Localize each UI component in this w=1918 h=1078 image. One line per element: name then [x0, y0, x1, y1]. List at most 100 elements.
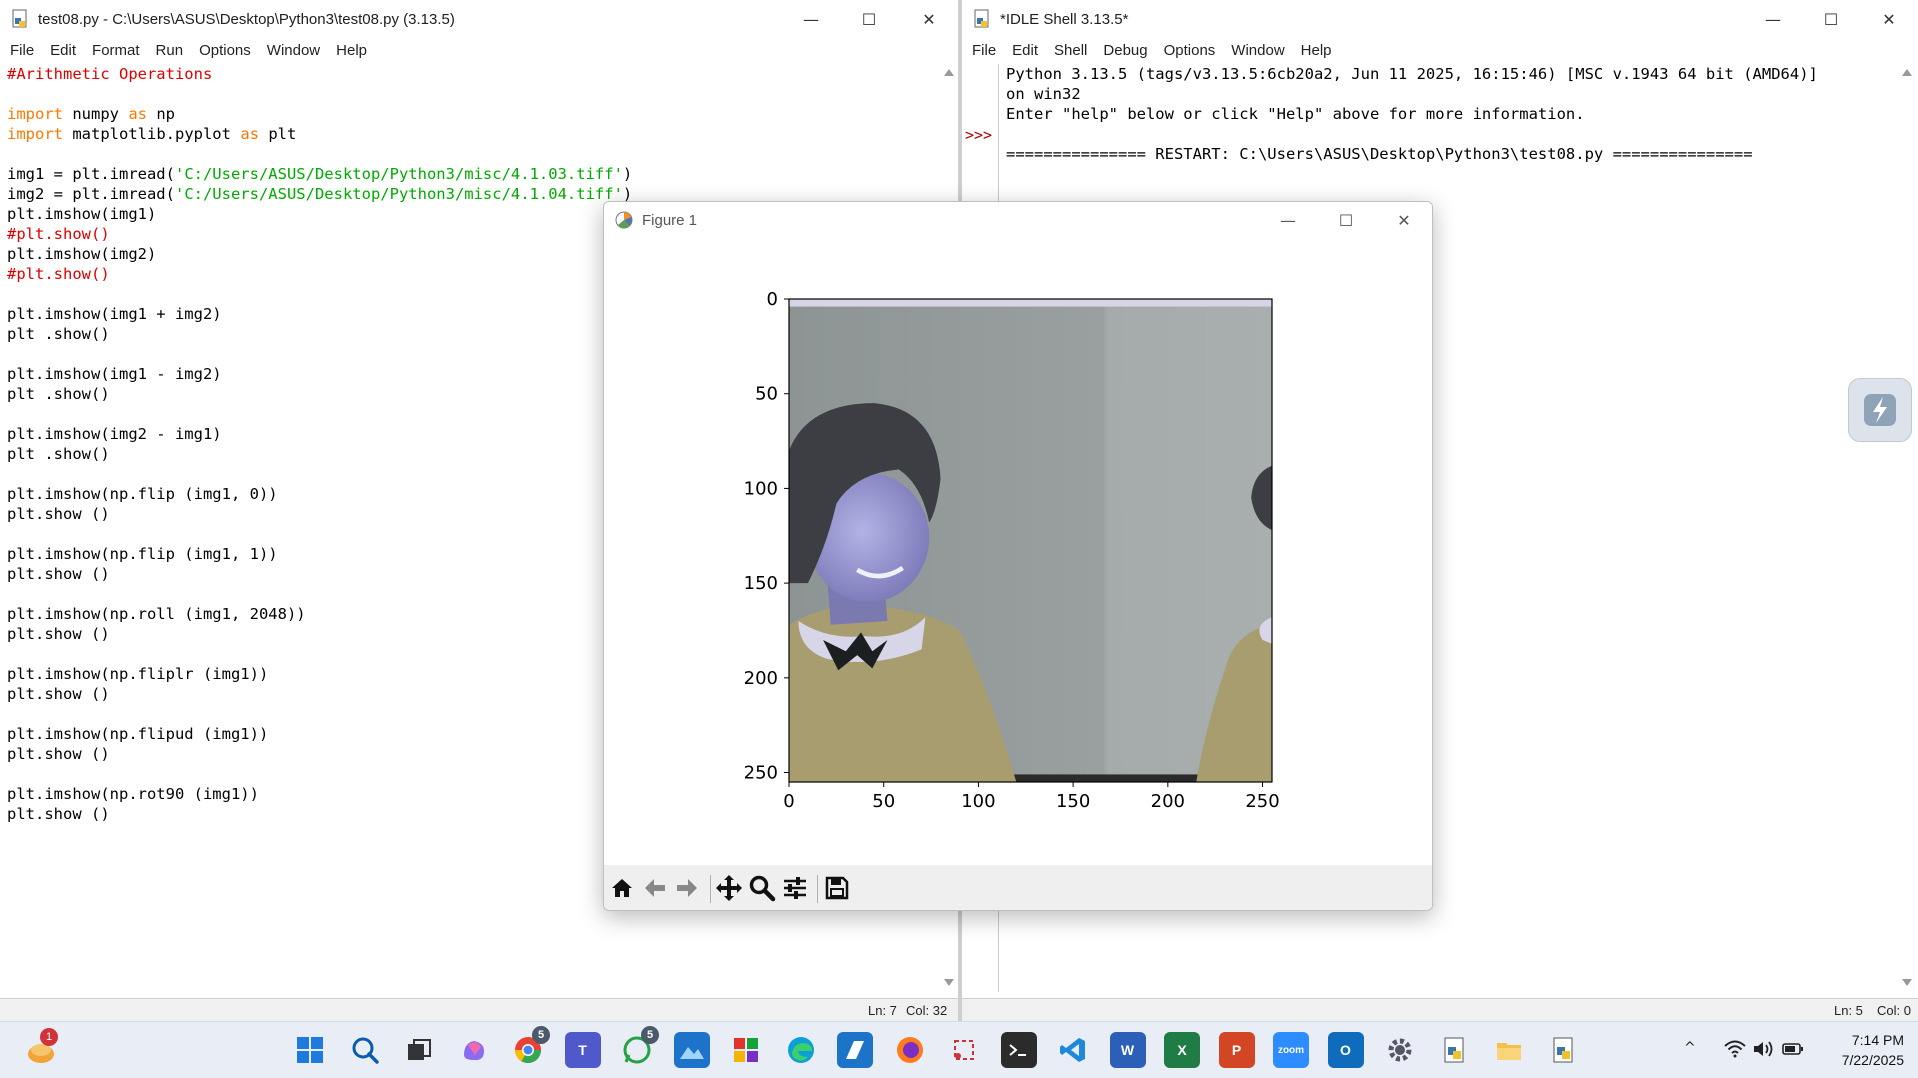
- y-tick-label: 0: [767, 289, 778, 310]
- battery-icon[interactable]: [1782, 1042, 1804, 1056]
- floating-widget-button[interactable]: [1848, 378, 1912, 442]
- wifi-icon[interactable]: [1724, 1040, 1746, 1058]
- taskbar-outlook-icon[interactable]: O: [1327, 1032, 1364, 1068]
- back-button[interactable]: [639, 870, 671, 906]
- figure-minimize-button[interactable]: —: [1259, 202, 1317, 238]
- taskbar-excel-icon[interactable]: X: [1164, 1032, 1200, 1068]
- editor-menu-help[interactable]: Help: [336, 42, 367, 59]
- taskbar-python-idle-icon[interactable]: [1437, 1032, 1473, 1068]
- taskbar-start-icon[interactable]: [292, 1032, 328, 1068]
- shell-menu-window[interactable]: Window: [1231, 42, 1284, 59]
- taskbar-search-icon[interactable]: [347, 1032, 383, 1068]
- clock-time: 7:14 PM: [1851, 1032, 1904, 1048]
- code-token: plt .show(): [7, 325, 110, 343]
- taskbar-terminal-icon[interactable]: [1000, 1032, 1037, 1068]
- taskbar-photos-icon[interactable]: [673, 1032, 710, 1068]
- scroll-down-arrow[interactable]: [944, 979, 954, 986]
- taskbar-task-view-icon[interactable]: [401, 1032, 437, 1068]
- code-line[interactable]: img1 = plt.imread('C:/Users/ASUS/Desktop…: [7, 164, 927, 184]
- taskbar-settings-icon[interactable]: [1382, 1032, 1418, 1068]
- code-token: plt .show(): [7, 445, 110, 463]
- configure-button[interactable]: [779, 870, 811, 906]
- code-line[interactable]: import numpy as np: [7, 104, 927, 124]
- editor-menu-window[interactable]: Window: [267, 42, 320, 59]
- editor-menu-format[interactable]: Format: [92, 42, 140, 59]
- shell-menu-shell[interactable]: Shell: [1054, 42, 1087, 59]
- pan-button[interactable]: [713, 870, 745, 906]
- code-line[interactable]: #Arithmetic Operations: [7, 64, 927, 84]
- editor-close-button[interactable]: ✕: [900, 0, 958, 38]
- pan-icon: [716, 875, 742, 901]
- taskbar-snipping-tool-icon[interactable]: [946, 1032, 982, 1068]
- code-token: plt.imshow(np.roll (img1, 2048)): [7, 605, 306, 623]
- taskbar-chrome-icon[interactable]: 5: [510, 1026, 550, 1068]
- forward-button[interactable]: [671, 870, 703, 906]
- save-button[interactable]: [821, 870, 853, 906]
- editor-menubar: File Edit Format Run Options Window Help: [0, 38, 960, 62]
- figure-window: Figure 1 — ☐ ✕ 0 50 100 150 200 250 0 50 100 150 2…: [603, 201, 1433, 911]
- shell-maximize-button[interactable]: ☐: [1802, 0, 1860, 38]
- x-tick-label: 0: [783, 791, 794, 812]
- figure-canvas[interactable]: 0 50 100 150 200 250050100150200250: [604, 238, 1433, 865]
- code-token: as: [128, 105, 147, 123]
- configure-icon: [784, 877, 806, 899]
- editor-menu-edit[interactable]: Edit: [50, 42, 76, 59]
- taskbar-office-icon[interactable]: [728, 1032, 764, 1068]
- editor-statusbar: Ln: 7 Col: 32: [0, 998, 960, 1021]
- taskbar-firefox-icon[interactable]: [892, 1032, 928, 1068]
- home-button[interactable]: [606, 870, 638, 906]
- taskbar-whatsapp-icon[interactable]: 5: [619, 1026, 659, 1068]
- code-token: np: [147, 105, 175, 123]
- code-token: plt.imshow(np.fliplr (img1)): [7, 665, 269, 683]
- figure-maximize-button[interactable]: ☐: [1317, 202, 1375, 238]
- taskbar-vscode-insiders-icon[interactable]: [837, 1032, 873, 1068]
- editor-menu-run[interactable]: Run: [156, 42, 184, 59]
- shell-close-button[interactable]: ✕: [1860, 0, 1918, 38]
- taskbar-word-icon[interactable]: W: [1109, 1032, 1146, 1068]
- taskbar-vscode-icon[interactable]: [1055, 1032, 1091, 1068]
- taskbar-python-idle-2-icon[interactable]: [1546, 1032, 1582, 1068]
- editor-menu-options[interactable]: Options: [199, 42, 251, 59]
- zoom-button[interactable]: [746, 870, 778, 906]
- editor-status-line: Ln: 7: [868, 1003, 897, 1018]
- code-token: plt.show (): [7, 565, 110, 583]
- shell-output-line: Python 3.13.5 (tags/v3.13.5:6cb20a2, Jun…: [1006, 65, 1818, 83]
- notification-widget[interactable]: 1: [24, 1028, 60, 1068]
- taskbar-file-explorer-icon[interactable]: [1491, 1032, 1527, 1068]
- shell-minimize-button[interactable]: —: [1744, 0, 1802, 38]
- code-token: plt.show (): [7, 505, 110, 523]
- save-icon: [825, 876, 849, 900]
- y-tick-label: 50: [755, 384, 778, 405]
- code-token: plt .show(): [7, 385, 110, 403]
- code-token: plt.show (): [7, 805, 110, 823]
- scroll-down-arrow[interactable]: [1902, 979, 1912, 986]
- x-tick-label: 100: [961, 791, 995, 812]
- shell-menu-edit[interactable]: Edit: [1012, 42, 1038, 59]
- taskbar-powerpoint-icon[interactable]: P: [1218, 1032, 1255, 1068]
- figure-close-button[interactable]: ✕: [1375, 202, 1432, 238]
- volume-icon[interactable]: [1752, 1040, 1774, 1058]
- x-tick-label: 200: [1151, 791, 1185, 812]
- scroll-up-arrow[interactable]: [944, 69, 954, 76]
- shell-menubar: File Edit Shell Debug Options Window Help: [962, 38, 1918, 62]
- scroll-up-arrow[interactable]: [1902, 69, 1912, 76]
- shell-menu-help[interactable]: Help: [1301, 42, 1332, 59]
- taskbar-copilot-icon[interactable]: [456, 1032, 492, 1068]
- editor-menu-file[interactable]: File: [10, 42, 34, 59]
- taskbar-teams-icon[interactable]: T: [564, 1032, 601, 1068]
- taskbar-edge-icon[interactable]: [783, 1032, 819, 1068]
- clock[interactable]: 7:14 PM 7/22/2025: [1820, 1030, 1904, 1070]
- code-line[interactable]: [7, 84, 927, 104]
- editor-maximize-button[interactable]: ☐: [840, 0, 898, 38]
- shell-menu-file[interactable]: File: [972, 42, 996, 59]
- shell-menu-debug[interactable]: Debug: [1103, 42, 1147, 59]
- shell-menu-options[interactable]: Options: [1164, 42, 1216, 59]
- taskbar-zoom-icon[interactable]: zoom: [1273, 1032, 1309, 1068]
- code-line[interactable]: import matplotlib.pyplot as plt: [7, 124, 927, 144]
- editor-minimize-button[interactable]: —: [782, 0, 840, 38]
- shell-scrollbar[interactable]: [1898, 64, 1916, 992]
- code-line[interactable]: [7, 144, 927, 164]
- show-hidden-icons-button[interactable]: ^: [1684, 1040, 1696, 1056]
- code-token: img1 = plt.imread(: [7, 165, 175, 183]
- forward-icon: [677, 879, 697, 897]
